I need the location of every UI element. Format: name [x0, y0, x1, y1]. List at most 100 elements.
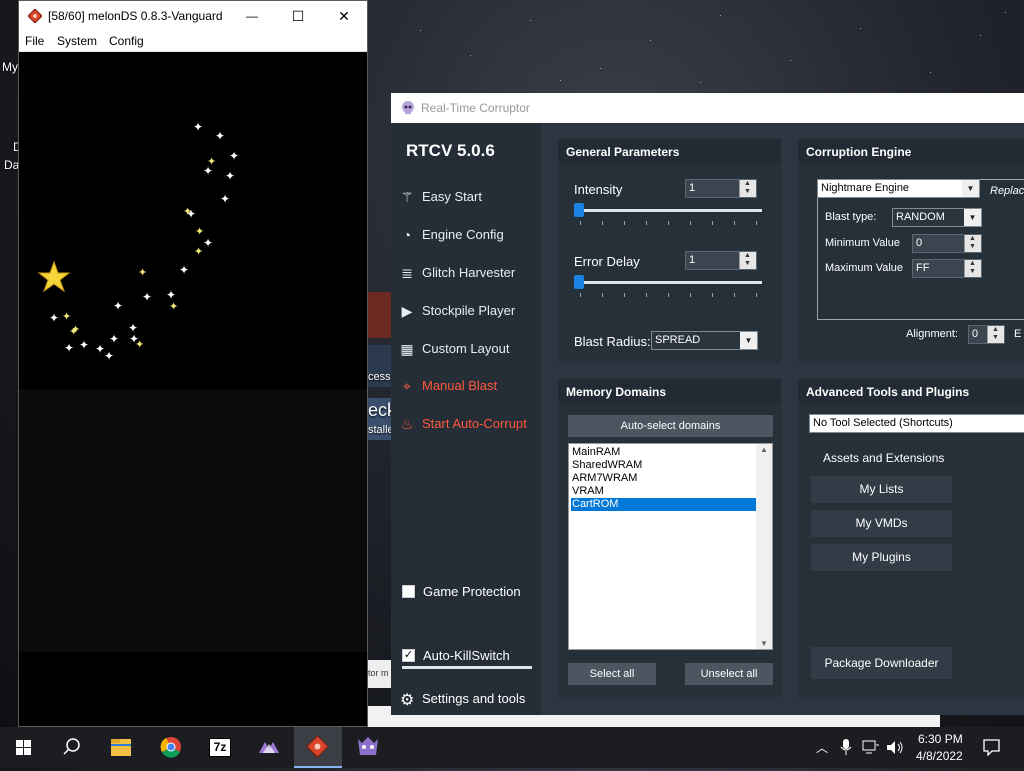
menu-system[interactable]: System — [57, 34, 97, 48]
intensity-input[interactable]: 1 ▲ ▼ — [685, 179, 757, 198]
nav-custom-layout[interactable]: ▦ Custom Layout — [399, 337, 541, 361]
intensity-slider-track[interactable] — [576, 209, 762, 212]
error-delay-slider-thumb[interactable] — [574, 275, 584, 289]
my-vmds-button[interactable]: My VMDs — [811, 510, 952, 537]
maximum-value-input[interactable]: FF ▲ ▼ — [912, 259, 982, 278]
melonds-window[interactable]: [58/60] melonDS 0.8.3-Vanguard — ☐ ✕ Fil… — [18, 0, 368, 727]
menu-config[interactable]: Config — [109, 34, 144, 48]
replace-label: Replace — [990, 185, 1024, 197]
background-window-text: tor m — [368, 668, 389, 678]
desktop-icon-label[interactable]: My — [2, 60, 18, 74]
svg-text:✦: ✦ — [203, 236, 213, 250]
spin-arrows[interactable]: ▲ ▼ — [964, 260, 981, 277]
game-protection-label[interactable]: Game Protection — [423, 584, 521, 599]
chevron-down-icon: ▼ — [740, 332, 757, 349]
slider-tick — [646, 293, 647, 297]
tool-select[interactable]: No Tool Selected (Shortcuts) — [809, 414, 1024, 433]
rtcv-titlebar[interactable]: Real-Time Corruptor — [391, 93, 1024, 123]
spin-arrows[interactable]: ▲ ▼ — [739, 252, 756, 269]
close-button[interactable]: ✕ — [321, 1, 367, 31]
svg-text:✦: ✦ — [142, 290, 152, 304]
advanced-tools-panel: Advanced Tools and Plugins No Tool Selec… — [798, 379, 1024, 697]
nav-start-auto-corrupt[interactable]: ♨ Start Auto-Corrupt — [399, 412, 541, 436]
spin-arrows[interactable]: ▲ ▼ — [739, 180, 756, 197]
melonds-titlebar[interactable]: [58/60] melonDS 0.8.3-Vanguard — ☐ ✕ — [19, 1, 367, 31]
svg-text:✦: ✦ — [62, 310, 71, 323]
error-delay-input[interactable]: 1 ▲ ▼ — [685, 251, 757, 270]
rtc-icon[interactable] — [344, 727, 392, 768]
rtcv-window[interactable]: Real-Time Corruptor RTCV 5.0.6 ⚚ Easy St… — [391, 93, 1024, 715]
ds-top-screen[interactable]: ✦ ✦ ✦ ✦ ✦ ✦ ✦ ✦ ✦ ✦ ✦ ✦ ✦ ✦ ✦ ✦ ✦ ✦ ✦ ✦ ✦ ✦ ✦ ✦ ✦ ✦ ✦ ✦ ✦ ✦ — [19, 52, 367, 389]
spin-arrows[interactable]: ▲ ▼ — [987, 326, 1004, 343]
volume-icon[interactable] — [886, 740, 904, 755]
nav-manual-blast[interactable]: ⌖ Manual Blast — [399, 374, 541, 398]
nav-stockpile-player[interactable]: ▶ Stockpile Player — [399, 299, 541, 323]
auto-killswitch-checkbox[interactable]: ✓ — [402, 649, 415, 662]
notification-icon[interactable] — [983, 739, 1000, 756]
blast-type-select[interactable]: RANDOM ▼ — [892, 208, 982, 227]
gauge-icon: ◔ — [402, 227, 412, 243]
minimize-button[interactable]: — — [229, 1, 275, 31]
network-icon[interactable] — [862, 740, 880, 755]
slider-tick — [602, 293, 603, 297]
menu-file[interactable]: File — [25, 34, 44, 48]
nav-easy-start[interactable]: ⚚ Easy Start — [399, 185, 541, 209]
killswitch-progress-bar — [402, 666, 532, 669]
clock-date[interactable]: 4/8/2022 — [916, 749, 963, 763]
list-item-selected[interactable]: CartROM — [571, 498, 756, 511]
blast-radius-select[interactable]: SPREAD ▼ — [651, 331, 758, 350]
svg-text:✦: ✦ — [71, 323, 80, 336]
select-all-button[interactable]: Select all — [568, 663, 656, 685]
auto-killswitch-label[interactable]: Auto-KillSwitch — [423, 648, 510, 663]
svg-text:✦: ✦ — [179, 263, 189, 277]
rtc-skull-icon — [402, 101, 414, 114]
7zip-icon[interactable]: 7z — [196, 727, 244, 768]
nav-glitch-harvester[interactable]: ≣ Glitch Harvester — [399, 261, 541, 285]
my-plugins-button[interactable]: My Plugins — [811, 544, 952, 571]
svg-text:✦: ✦ — [194, 245, 203, 258]
error-delay-slider-track[interactable] — [576, 281, 762, 284]
windows-start-icon[interactable] — [0, 727, 48, 768]
spin-arrows[interactable]: ▲ ▼ — [964, 235, 981, 252]
gear-icon: ⚙ — [400, 692, 415, 709]
list-item[interactable]: ARM7WRAM — [571, 472, 756, 485]
slider-tick — [690, 221, 691, 225]
clock-time[interactable]: 6:30 PM — [918, 732, 963, 746]
rtcv-version: RTCV 5.0.6 — [406, 141, 495, 160]
my-lists-button[interactable]: My Lists — [811, 476, 952, 503]
nav-label: Custom Layout — [422, 341, 510, 356]
minimum-value-input[interactable]: 0 ▲ ▼ — [912, 234, 982, 253]
ds-bottom-screen[interactable] — [19, 389, 367, 652]
nav-label: Engine Config — [422, 227, 504, 242]
svg-text:✦: ✦ — [207, 155, 216, 168]
chevron-up-icon[interactable]: ▲ — [760, 445, 768, 454]
auto-select-domains-button[interactable]: Auto-select domains — [568, 415, 773, 437]
settings-tools-button[interactable]: Settings and tools — [422, 691, 525, 706]
slider-tick — [712, 221, 713, 225]
alignment-input[interactable]: 0 ▲ ▼ — [968, 325, 1005, 344]
intensity-slider-thumb[interactable] — [574, 203, 584, 217]
game-protection-checkbox[interactable] — [402, 585, 415, 598]
file-explorer-icon[interactable] — [97, 727, 145, 768]
search-icon[interactable] — [48, 727, 96, 768]
slider-tick — [580, 221, 581, 225]
blast-type-label: Blast type: — [825, 211, 877, 223]
slider-tick — [668, 293, 669, 297]
vanguard-icon[interactable] — [245, 727, 293, 768]
list-item[interactable]: SharedWRAM — [571, 459, 756, 472]
melonds-icon[interactable] — [294, 727, 342, 768]
package-downloader-button[interactable]: Package Downloader — [811, 647, 952, 679]
unselect-all-button[interactable]: Unselect all — [685, 663, 773, 685]
nav-engine-config[interactable]: ◔ Engine Config — [399, 223, 541, 247]
list-scrollbar[interactable]: ▲ ▼ — [756, 444, 772, 649]
chrome-icon[interactable] — [147, 727, 195, 768]
list-item[interactable]: MainRAM — [571, 446, 756, 459]
chevron-up-icon[interactable]: ︿ — [816, 739, 828, 756]
microphone-icon[interactable] — [840, 739, 852, 756]
list-item[interactable]: VRAM — [571, 485, 756, 498]
corruption-engine-panel: Corruption Engine Nightmare Engine ▼ Rep… — [798, 139, 1024, 363]
maximize-button[interactable]: ☐ — [275, 1, 321, 31]
memory-domains-list[interactable]: MainRAM SharedWRAM ARM7WRAM VRAM CartROM… — [568, 443, 773, 650]
engine-select[interactable]: Nightmare Engine ▼ — [817, 179, 980, 198]
chevron-down-icon[interactable]: ▼ — [760, 639, 768, 648]
